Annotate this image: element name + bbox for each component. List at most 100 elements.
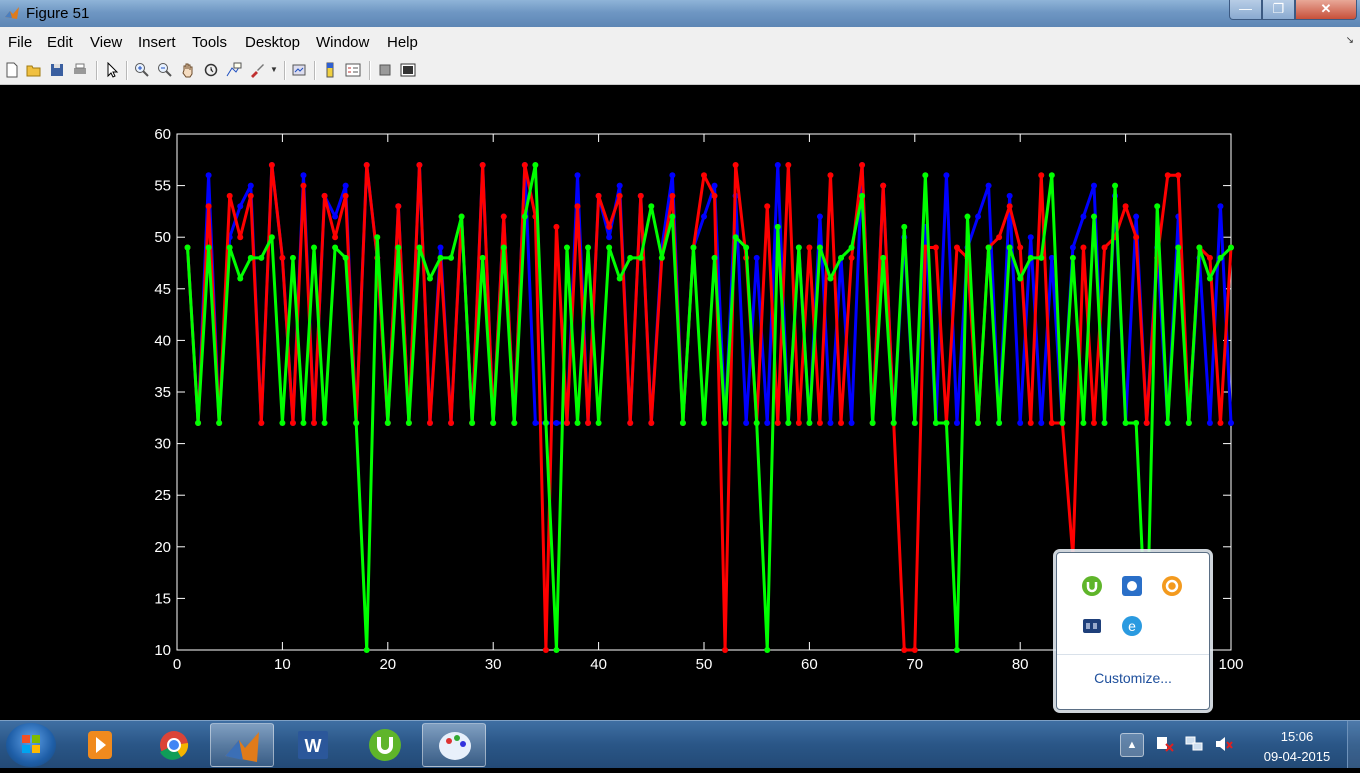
data-point <box>532 161 539 168</box>
edit-plot-arrow-icon[interactable] <box>104 62 120 78</box>
taskbar-matlab[interactable] <box>210 723 274 767</box>
taskbar: W ▲ 15:06 09-04-2015 <box>0 720 1360 768</box>
data-point <box>289 419 296 426</box>
data-point <box>1069 254 1076 261</box>
data-point <box>247 254 254 261</box>
save-icon[interactable] <box>49 62 65 78</box>
data-point <box>1133 234 1140 241</box>
print-icon[interactable] <box>72 62 88 78</box>
data-point <box>627 254 634 261</box>
maximize-button[interactable]: ❐ <box>1262 0 1295 20</box>
internet-explorer-icon[interactable]: e <box>1121 615 1143 637</box>
x-tick-label: 40 <box>590 656 607 673</box>
data-cursor-icon[interactable] <box>226 62 242 78</box>
data-point <box>500 244 507 251</box>
taskbar-utorrent[interactable] <box>353 723 417 767</box>
data-point <box>479 254 486 261</box>
data-point <box>521 213 528 220</box>
zoom-in-icon[interactable] <box>134 62 150 78</box>
start-button[interactable] <box>6 723 56 767</box>
taskbar-paint[interactable] <box>422 723 486 767</box>
data-point <box>1228 419 1234 426</box>
link-plot-icon[interactable] <box>291 62 307 78</box>
control-panel-icon[interactable] <box>1121 575 1143 597</box>
svg-text:e: e <box>1128 618 1136 634</box>
data-point <box>184 244 191 251</box>
data-point <box>1027 419 1034 426</box>
rotate-3d-icon[interactable] <box>203 62 219 78</box>
new-figure-icon[interactable] <box>4 62 20 78</box>
data-point <box>764 647 771 653</box>
customize-link[interactable]: Customize... <box>1057 670 1209 686</box>
dock-figure-icon[interactable]: ↘ <box>1346 35 1354 46</box>
data-point <box>1175 244 1182 251</box>
colorbar-icon[interactable] <box>322 62 338 78</box>
open-file-icon[interactable] <box>26 62 42 78</box>
menu-window[interactable]: Window <box>316 34 369 51</box>
data-point <box>669 172 676 179</box>
data-point <box>384 419 391 426</box>
zoom-out-icon[interactable] <box>157 62 173 78</box>
y-tick-label: 10 <box>154 642 171 659</box>
menu-help[interactable]: Help <box>387 34 418 51</box>
data-point <box>1101 244 1108 251</box>
volume-muted-icon[interactable] <box>1214 735 1234 753</box>
data-point <box>827 275 834 282</box>
action-center-icon[interactable] <box>1155 735 1175 753</box>
data-point <box>279 419 286 426</box>
show-plot-tools-icon[interactable] <box>400 62 416 78</box>
paint-icon <box>439 732 471 760</box>
data-point <box>701 213 707 220</box>
menu-edit[interactable]: Edit <box>47 34 73 51</box>
legend-icon[interactable] <box>345 62 361 78</box>
menu-bar: File Edit View Insert Tools Desktop Wind… <box>0 27 1360 56</box>
windows-logo-icon <box>22 735 40 753</box>
menu-desktop[interactable]: Desktop <box>245 34 300 51</box>
data-point <box>469 419 476 426</box>
data-point <box>848 419 855 426</box>
data-point <box>416 244 423 251</box>
data-point <box>679 419 686 426</box>
utorrent-icon[interactable] <box>1081 575 1103 597</box>
data-point <box>395 244 402 251</box>
data-point <box>247 192 254 199</box>
network-icon[interactable] <box>1184 735 1204 753</box>
pan-hand-icon[interactable] <box>180 62 196 78</box>
taskbar-chrome[interactable] <box>142 723 206 767</box>
hide-plot-tools-icon[interactable] <box>377 62 393 78</box>
taskbar-media-player[interactable] <box>68 723 132 767</box>
data-point <box>532 419 539 426</box>
data-point <box>753 254 760 261</box>
minimize-button[interactable]: — <box>1229 0 1262 20</box>
data-point <box>448 254 455 261</box>
data-point <box>1038 419 1045 426</box>
data-point <box>585 419 592 426</box>
menu-tools[interactable]: Tools <box>192 34 227 51</box>
system-clock[interactable]: 15:06 09-04-2015 <box>1252 727 1342 767</box>
media-icon[interactable] <box>1081 615 1103 637</box>
data-point <box>205 244 212 251</box>
taskbar-word[interactable]: W <box>282 723 346 767</box>
menu-view[interactable]: View <box>90 34 122 51</box>
data-point <box>1122 419 1129 426</box>
data-point <box>880 254 887 261</box>
menu-insert[interactable]: Insert <box>138 34 176 51</box>
media-player-icon <box>88 731 112 759</box>
brush-icon[interactable] <box>249 62 265 78</box>
data-point <box>1017 275 1024 282</box>
x-tick-label: 30 <box>485 656 502 673</box>
data-point <box>1164 172 1171 179</box>
data-point <box>216 419 223 426</box>
data-point <box>595 192 602 199</box>
y-tick-label: 25 <box>154 487 171 504</box>
brush-dropdown-icon[interactable]: ▼ <box>270 65 278 74</box>
menu-file[interactable]: File <box>8 34 32 51</box>
data-point <box>648 419 655 426</box>
close-button[interactable]: ✕ <box>1295 0 1357 20</box>
show-desktop-button[interactable] <box>1347 721 1360 768</box>
data-point <box>1164 419 1171 426</box>
show-hidden-icons-button[interactable]: ▲ <box>1120 733 1144 757</box>
data-point <box>658 254 665 261</box>
avast-icon[interactable] <box>1161 575 1183 597</box>
data-point <box>1048 172 1055 179</box>
